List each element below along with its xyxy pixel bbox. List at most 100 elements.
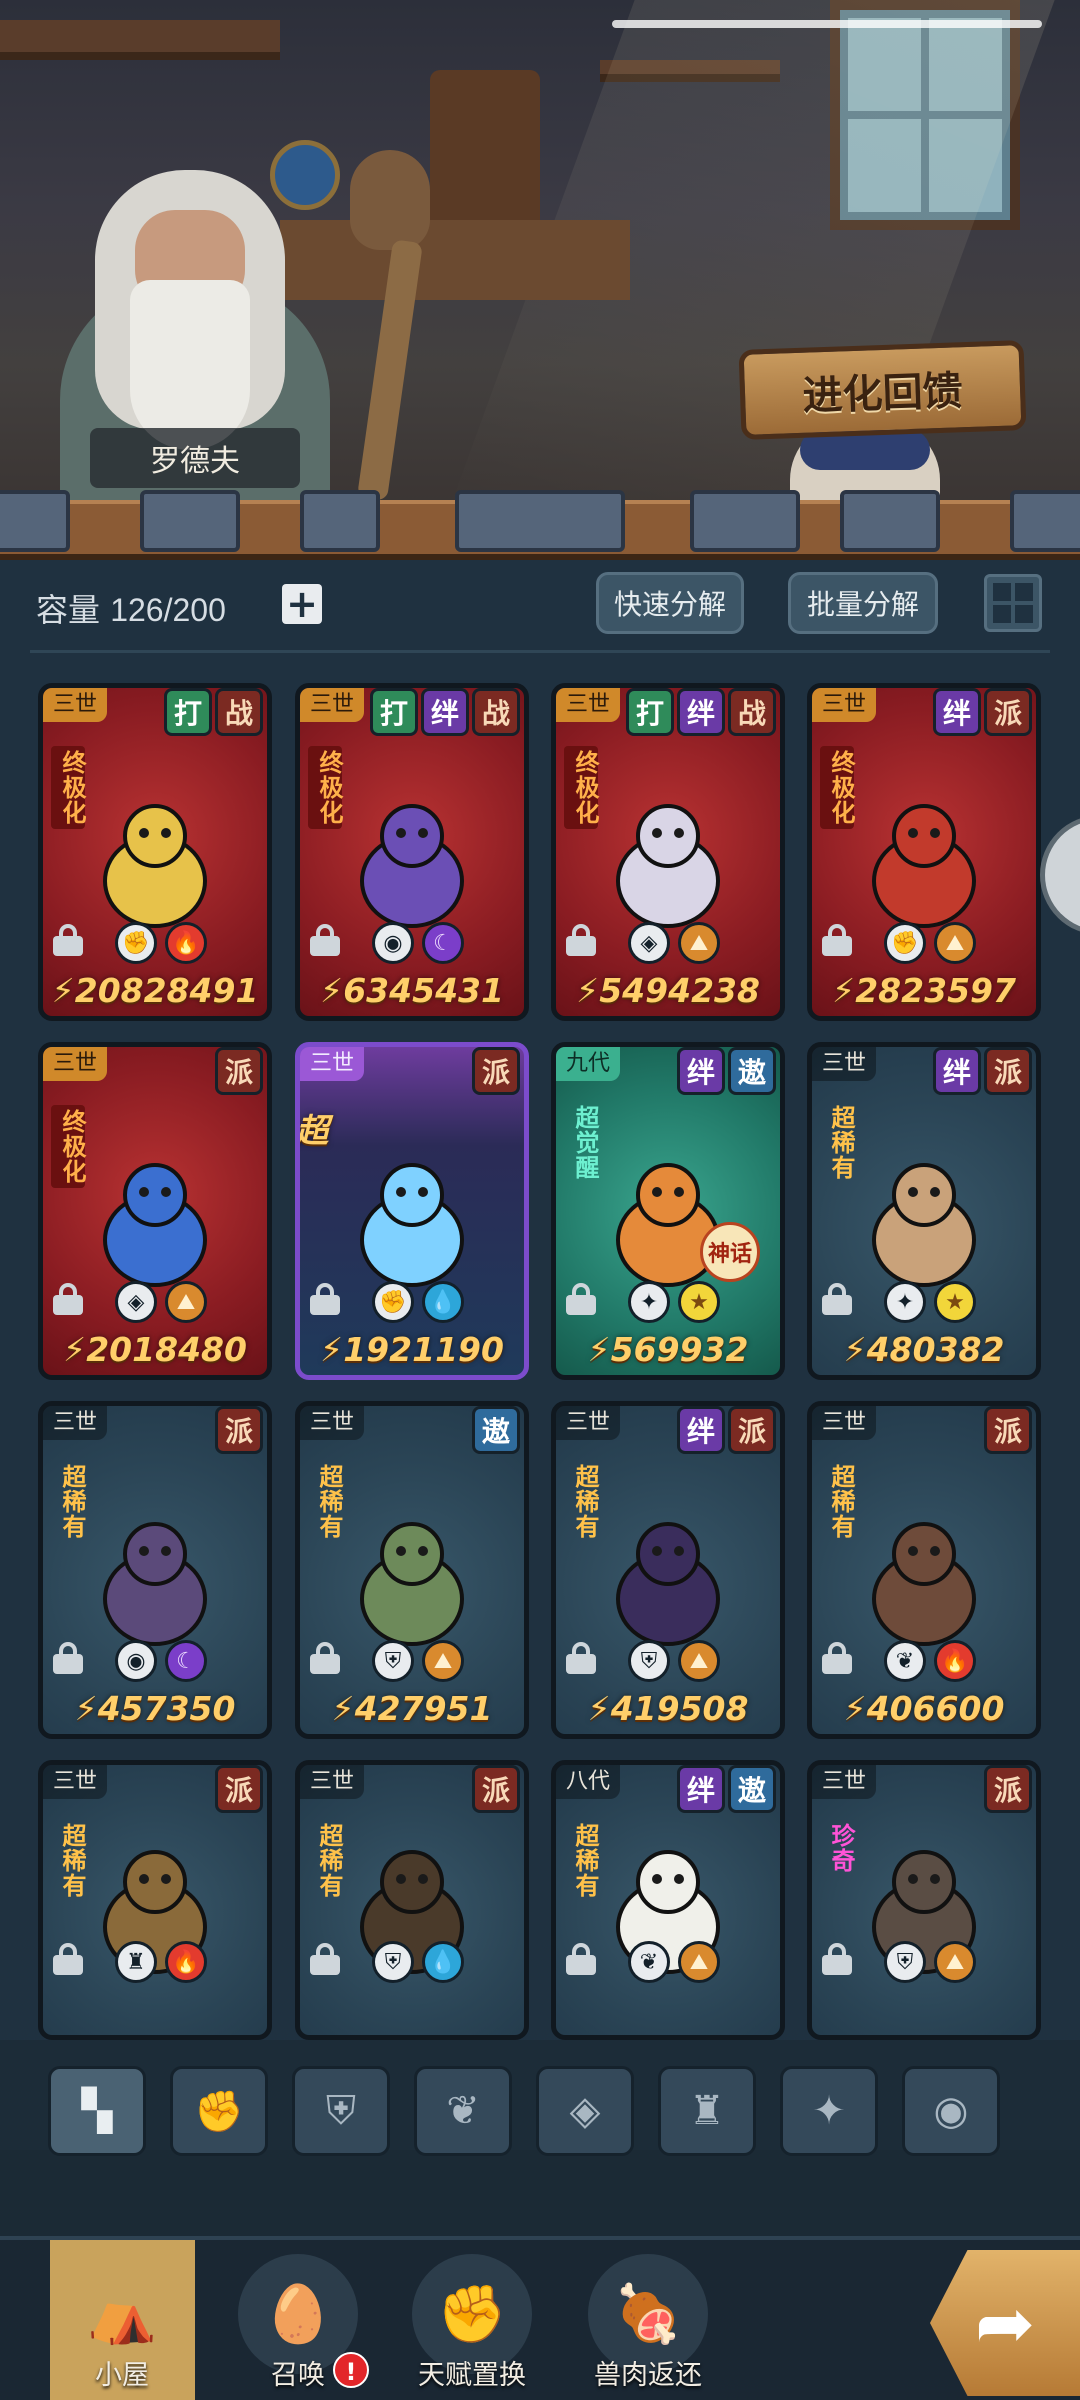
lock-icon[interactable]: [822, 1642, 852, 1674]
filter-leaf-icon[interactable]: ❦: [414, 2066, 512, 2156]
evolution-feedback-button[interactable]: 进化回馈: [738, 340, 1027, 440]
element-icons: ❦ ⛰: [628, 1941, 720, 1983]
tower-icon: ♜: [115, 1941, 157, 1983]
generation-badge: 三世: [812, 1765, 877, 1799]
filter-shield-icon[interactable]: ⛨: [292, 2066, 390, 2156]
pet-card[interactable]: 三世绊派超稀有 ⛨ ⛰ ⚡419508: [551, 1401, 785, 1739]
filter-alien-icon[interactable]: ◈: [536, 2066, 634, 2156]
divider: [30, 650, 1050, 653]
lock-icon[interactable]: [822, 1283, 852, 1315]
merlon: [140, 490, 240, 552]
lock-icon[interactable]: [53, 1642, 83, 1674]
earth-icon: ⛰: [934, 1941, 976, 1983]
element-icons: ⛨ 💧: [372, 1941, 464, 1983]
combat-power: ⚡1921190: [300, 1325, 524, 1375]
combat-power-value: 1921190: [343, 1330, 504, 1369]
lock-icon[interactable]: [566, 1642, 596, 1674]
lock-icon[interactable]: [566, 1943, 596, 1975]
pet-card[interactable]: 三世遨超稀有 ⛨ ⛰ ⚡427951: [295, 1401, 529, 1739]
pet-card[interactable]: 三世绊派终极化 ✊ ⛰ ⚡2823597: [807, 683, 1041, 1021]
owl-icon: [350, 150, 430, 250]
add-capacity-button[interactable]: +: [282, 584, 322, 624]
lock-icon[interactable]: [566, 924, 596, 956]
eye-icon: ◉: [115, 1640, 157, 1682]
earth-icon: ⛰: [165, 1281, 207, 1323]
filter-tower-icon[interactable]: ♜: [658, 2066, 756, 2156]
power-icon: ⚡: [843, 1689, 867, 1728]
merlon: [0, 490, 70, 552]
grid-view-icon[interactable]: [984, 574, 1042, 632]
lock-icon[interactable]: [53, 1943, 83, 1975]
lock-icon[interactable]: [822, 924, 852, 956]
batch-decompose-button[interactable]: 批量分解: [788, 572, 938, 634]
trait-tags: 打绊战: [626, 688, 776, 736]
generation-badge: 八代: [556, 1765, 621, 1799]
merlon: [455, 490, 625, 552]
trait-tag: 派: [215, 1406, 263, 1454]
shield-icon: ⛨: [628, 1640, 670, 1682]
lock-icon[interactable]: [53, 1283, 83, 1315]
trait-tag: 打: [164, 688, 212, 736]
nav-summon-label: 召唤: [271, 2360, 325, 2391]
pet-card[interactable]: 九代绊遨超觉醒 神话 ✦ ★ ⚡569932: [551, 1042, 785, 1380]
fist-icon: ✊: [884, 922, 926, 964]
generation-badge: 三世: [556, 688, 621, 722]
combat-power: ⚡5494238: [556, 966, 780, 1016]
pet-card[interactable]: 三世派超巨力✊💧⚡1921190: [295, 1042, 529, 1380]
filter-eye-icon[interactable]: ◉: [902, 2066, 1000, 2156]
pet-card[interactable]: 三世派超稀有 ♜ 🔥: [38, 1760, 272, 2040]
pet-card[interactable]: 三世派终极化 ◈ ⛰ ⚡2018480: [38, 1042, 272, 1380]
nav-talent-swap[interactable]: ✊ 天赋置换: [392, 2240, 552, 2400]
filter-cross-icon[interactable]: ✦: [780, 2066, 878, 2156]
filter-all-icon[interactable]: ▚: [48, 2066, 146, 2156]
trait-tag: 战: [472, 688, 520, 736]
pet-card[interactable]: 八代绊遨超稀有 ❦ ⛰: [551, 1760, 785, 2040]
trait-tags: 绊派: [677, 1406, 776, 1454]
pet-card[interactable]: 三世派超稀有 ◉ ☾ ⚡457350: [38, 1401, 272, 1739]
eye-icon: ◉: [372, 922, 414, 964]
pet-card[interactable]: 三世派超稀有 ⛨ 💧: [295, 1760, 529, 2040]
fire-icon: 🔥: [165, 922, 207, 964]
pet-card[interactable]: 三世打绊战终极化 ◈ ⛰ ⚡5494238: [551, 683, 785, 1021]
filter-fist-icon[interactable]: ✊: [170, 2066, 268, 2156]
lock-icon[interactable]: [822, 1943, 852, 1975]
trait-tag: 打: [370, 688, 418, 736]
lock-icon[interactable]: [310, 1642, 340, 1674]
trait-tags: 绊派: [933, 1047, 1032, 1095]
pet-card[interactable]: 三世打绊战终极化 ◉ ☾ ⚡6345431: [295, 683, 529, 1021]
merlon: [840, 490, 940, 552]
trait-tag: 打: [626, 688, 674, 736]
trait-tag: 绊: [677, 1765, 725, 1813]
power-icon: ⚡: [63, 1330, 87, 1369]
lock-icon[interactable]: [566, 1283, 596, 1315]
pet-card[interactable]: 三世绊派超稀有 ✦ ★ ⚡480382: [807, 1042, 1041, 1380]
lock-icon[interactable]: [310, 1283, 340, 1315]
lock-icon[interactable]: [310, 1943, 340, 1975]
trait-tag: 派: [215, 1765, 263, 1813]
element-icons: ◉ ☾: [372, 922, 464, 964]
lock-icon[interactable]: [310, 924, 340, 956]
generation-badge: 三世: [300, 688, 365, 722]
generation-badge: 三世: [43, 688, 108, 722]
trait-tag: 派: [215, 1047, 263, 1095]
nav-home[interactable]: ⛺ 小屋: [42, 2240, 202, 2400]
status-indicator-bar: [612, 20, 1042, 28]
power-icon: ⚡: [576, 971, 600, 1010]
lock-icon[interactable]: [53, 924, 83, 956]
pet-card[interactable]: 三世打战终极化 ✊ 🔥 ⚡20828491: [38, 683, 272, 1021]
pet-card[interactable]: 三世派珍奇 ⛨ ⛰: [807, 1760, 1041, 2040]
element-icons: ✦ ★: [884, 1281, 976, 1323]
generation-badge: 三世: [43, 1047, 108, 1081]
power-icon: ⚡: [832, 971, 856, 1010]
trait-tags: 派: [984, 1406, 1032, 1454]
trait-tag: 遨: [728, 1047, 776, 1095]
trait-tags: 派: [472, 1047, 520, 1095]
merlon: [300, 490, 380, 552]
combat-power: ⚡427951: [300, 1684, 524, 1734]
pet-card[interactable]: 三世派超稀有 ❦ 🔥 ⚡406600: [807, 1401, 1041, 1739]
combat-power: ⚡480382: [812, 1325, 1036, 1375]
combat-power-value: 419508: [610, 1689, 749, 1728]
nav-meat-return[interactable]: 🍖 兽肉返还: [568, 2240, 728, 2400]
element-icons: ✦ ★: [628, 1281, 720, 1323]
quick-decompose-button[interactable]: 快速分解: [596, 572, 744, 634]
